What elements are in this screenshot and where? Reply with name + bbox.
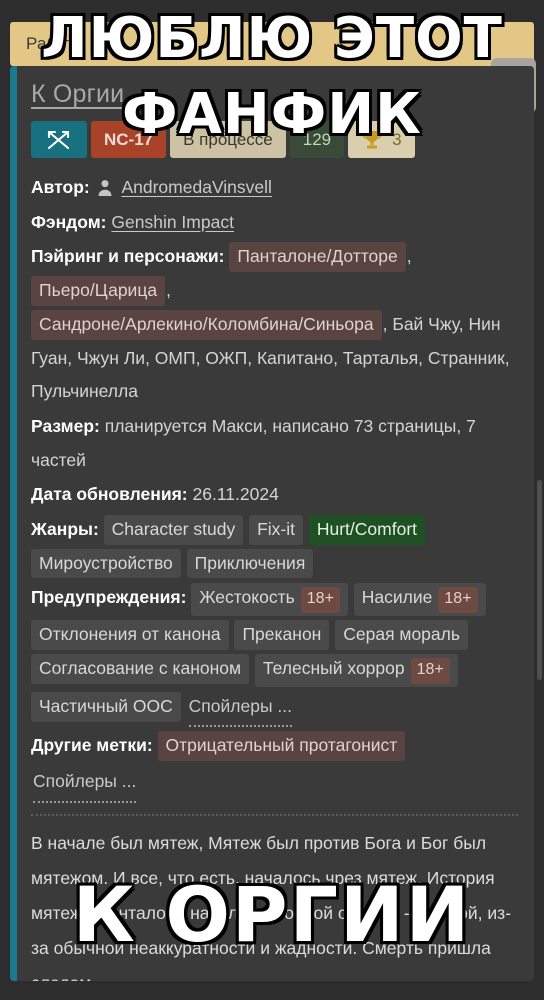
pairing-label: Пэйринг и персонажи: <box>31 246 225 267</box>
fic-card: К Оргии NC-17 В процессе 129 3 Автор: An… <box>10 66 534 981</box>
pairing-tag[interactable]: Пьеро/Царица <box>31 276 166 306</box>
trophy-icon <box>362 130 383 148</box>
meta-pairing-row: Пэйринг и персонажи: Панталоне/Дотторе, … <box>31 240 518 409</box>
warnings-label: Предупреждения: <box>31 587 187 608</box>
page-banner: Работа <box>10 22 534 66</box>
meta-warnings-row: Предупреждения: Жестокость 18+ Насилие 18+… <box>31 581 518 728</box>
fic-metadata: Автор: AndromedaVinsvell Фэндом: Genshin… <box>31 171 518 981</box>
genre-tag[interactable]: Character study <box>103 514 244 545</box>
other-spoiler-toggle[interactable]: Спойлеры ... <box>33 765 137 803</box>
other-tags-label: Другие метки: <box>31 735 153 756</box>
awards-count: 3 <box>392 129 402 149</box>
likes-badge[interactable]: 129 <box>289 121 345 158</box>
meta-other-spoiler-row: Спойлеры ... <box>31 764 518 804</box>
awards-badge[interactable]: 3 <box>348 121 415 158</box>
genre-tag[interactable]: Приключения <box>186 548 314 579</box>
crossed-arrows-icon <box>47 130 70 149</box>
person-icon <box>98 180 112 196</box>
meta-updated-row: Дата обновления: 26.11.2024 <box>31 478 518 512</box>
rating-badge[interactable]: NC-17 <box>91 121 167 158</box>
author-link[interactable]: AndromedaVinsvell <box>121 177 271 197</box>
pairing-tag[interactable]: Панталоне/Дотторе <box>229 242 406 273</box>
status-badge[interactable]: В процессе <box>170 121 286 158</box>
age-restriction-badge: 18+ <box>438 587 478 614</box>
warning-text: Жестокость <box>199 587 295 608</box>
genre-tag[interactable]: Мироустройство <box>31 548 181 579</box>
vertical-scrollbar[interactable] <box>537 480 542 680</box>
size-label: Размер: <box>31 415 100 436</box>
warning-tag[interactable]: Насилие 18+ <box>353 583 486 617</box>
age-restriction-badge: 18+ <box>410 657 450 684</box>
updated-value: 26.11.2024 <box>192 484 279 505</box>
warning-tag[interactable]: Частичный ООС <box>31 691 181 722</box>
pairing-tag[interactable]: Сандроне/Арлекино/Коломбина/Синьора <box>31 309 382 340</box>
genres-label: Жанры: <box>31 518 99 539</box>
warning-text: Насилие <box>361 587 433 608</box>
fic-description: В начале был мятеж, Мятеж был против Бог… <box>31 832 512 981</box>
fic-title-link[interactable]: К Оргии <box>31 80 124 109</box>
meta-fandom-row: Фэндом: Genshin Impact <box>31 206 518 240</box>
warning-tag[interactable]: Жестокость 18+ <box>191 583 348 617</box>
fic-badge-row: NC-17 В процессе 129 3 <box>31 121 518 158</box>
fandom-label: Фэндом: <box>31 211 107 232</box>
direction-badge[interactable] <box>31 121 87 158</box>
warning-tag[interactable]: Телесный хоррор 18+ <box>254 653 458 687</box>
warning-tag[interactable]: Согласование с каноном <box>31 653 250 684</box>
meta-other-tags-row: Другие метки: Отрицательный протагонист <box>31 729 518 763</box>
meta-genres-row: Жанры: Character study Fix-it Hurt/Comfo… <box>31 513 518 581</box>
warning-text: Телесный хоррор <box>262 657 405 678</box>
divider <box>31 813 518 816</box>
warning-tag[interactable]: Отклонения от канона <box>31 620 229 650</box>
warning-tag[interactable]: Преканон <box>234 620 330 650</box>
author-label: Автор: <box>31 177 90 197</box>
fandom-link[interactable]: Genshin Impact <box>111 212 234 232</box>
updated-label: Дата обновления: <box>31 484 188 505</box>
meta-author-row: Автор: AndromedaVinsvell <box>31 171 518 205</box>
genre-tag[interactable]: Fix-it <box>249 514 303 545</box>
age-restriction-badge: 18+ <box>300 587 340 614</box>
banner-text: Работа <box>26 34 84 53</box>
warning-tag[interactable]: Серая мораль <box>335 620 468 650</box>
other-tag[interactable]: Отрицательный протагонист <box>157 731 406 762</box>
warnings-spoiler-toggle[interactable]: Спойлеры ... <box>188 690 292 728</box>
app-screen: Работа К Оргии NC-17 В процессе 129 3 Ав… <box>0 0 544 1000</box>
meta-size-row: Размер: планируется Макси, написано 73 с… <box>31 410 518 477</box>
genre-tag[interactable]: Hurt/Comfort <box>308 514 426 545</box>
